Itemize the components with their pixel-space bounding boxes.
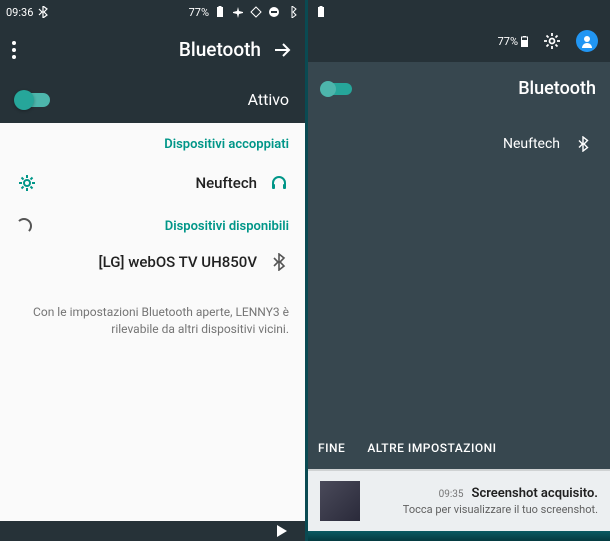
- phone-left: 09:36 77% Blu: [0, 0, 305, 541]
- available-device-name: [LG] webOS TV UH850V: [38, 253, 269, 271]
- bluetooth-icon: [574, 135, 592, 153]
- statusbar-right: [308, 0, 610, 24]
- loading-spinner-icon: [16, 218, 32, 234]
- diamond-icon: [249, 5, 263, 19]
- nav-triangle-icon[interactable]: [277, 525, 287, 537]
- notification-title: Screenshot acquisito.: [472, 486, 598, 501]
- clock: 09:36: [6, 6, 33, 19]
- notification-card[interactable]: 09:35 Screenshot acquisito. Tocca per vi…: [308, 469, 610, 531]
- notification-subtitle: Tocca per visualizzare il tuo screenshot…: [370, 503, 598, 516]
- qs-toggle-switch[interactable]: [322, 83, 352, 95]
- available-section-row: Dispositivi disponibili: [0, 208, 305, 238]
- bluetooth-status-icon: [285, 5, 299, 19]
- airplane-icon: [231, 5, 245, 19]
- qs-body: Neuftech FINE ALTRE IMPOSTAZIONI: [308, 115, 610, 469]
- statusbar-left: 09:36 77%: [0, 0, 305, 24]
- battery-icon: [314, 5, 328, 19]
- paired-section-header: Dispositivi accoppiati: [0, 123, 305, 158]
- app-header-left: Bluetooth: [0, 24, 305, 75]
- phone-right: 77% Bluetooth Neuftech FINE ALTRE IMPOST…: [305, 0, 610, 541]
- paired-device-name: Neuftech: [38, 174, 269, 192]
- toggle-label: Attivo: [50, 90, 289, 109]
- info-text: Con le impostazioni Bluetooth aperte, LE…: [0, 286, 305, 356]
- bluetooth-icon: [36, 5, 50, 19]
- paired-device-row[interactable]: Neuftech: [0, 158, 305, 208]
- overflow-menu-icon[interactable]: [12, 39, 34, 61]
- qs-actions: FINE ALTRE IMPOSTAZIONI: [308, 427, 610, 469]
- done-button[interactable]: FINE: [318, 441, 345, 455]
- dnd-icon: [267, 5, 281, 19]
- battery-icon: [213, 5, 227, 19]
- navbar-right: [308, 531, 610, 541]
- gear-icon[interactable]: [16, 172, 38, 194]
- available-device-row[interactable]: [LG] webOS TV UH850V: [0, 238, 305, 286]
- page-title: Bluetooth: [34, 38, 261, 61]
- more-settings-button[interactable]: ALTRE IMPOSTAZIONI: [367, 441, 496, 455]
- quicksettings-top: 77%: [308, 24, 610, 62]
- qs-device-name: Neuftech: [326, 136, 574, 152]
- back-arrow-icon[interactable]: [271, 39, 293, 61]
- content-area: Dispositivi accoppiati Neuftech Disposit…: [0, 123, 305, 521]
- qs-bluetooth-header: Bluetooth: [308, 62, 610, 115]
- notification-time: 09:35: [439, 489, 464, 500]
- bluetooth-device-icon: [269, 252, 289, 272]
- available-section-header: Dispositivi disponibili: [32, 219, 289, 234]
- notification-thumbnail: [320, 481, 360, 521]
- qs-device-row[interactable]: Neuftech: [308, 115, 610, 173]
- bluetooth-toggle-row[interactable]: Attivo: [0, 75, 305, 123]
- navbar-left: [0, 521, 305, 541]
- settings-gear-icon[interactable]: [542, 31, 562, 51]
- avatar-icon[interactable]: [576, 30, 598, 52]
- qs-title: Bluetooth: [352, 78, 596, 99]
- battery-pct: 77%: [189, 6, 209, 19]
- toggle-switch[interactable]: [16, 93, 50, 107]
- battery-indicator: 77%: [498, 35, 528, 48]
- headphones-icon: [269, 173, 289, 193]
